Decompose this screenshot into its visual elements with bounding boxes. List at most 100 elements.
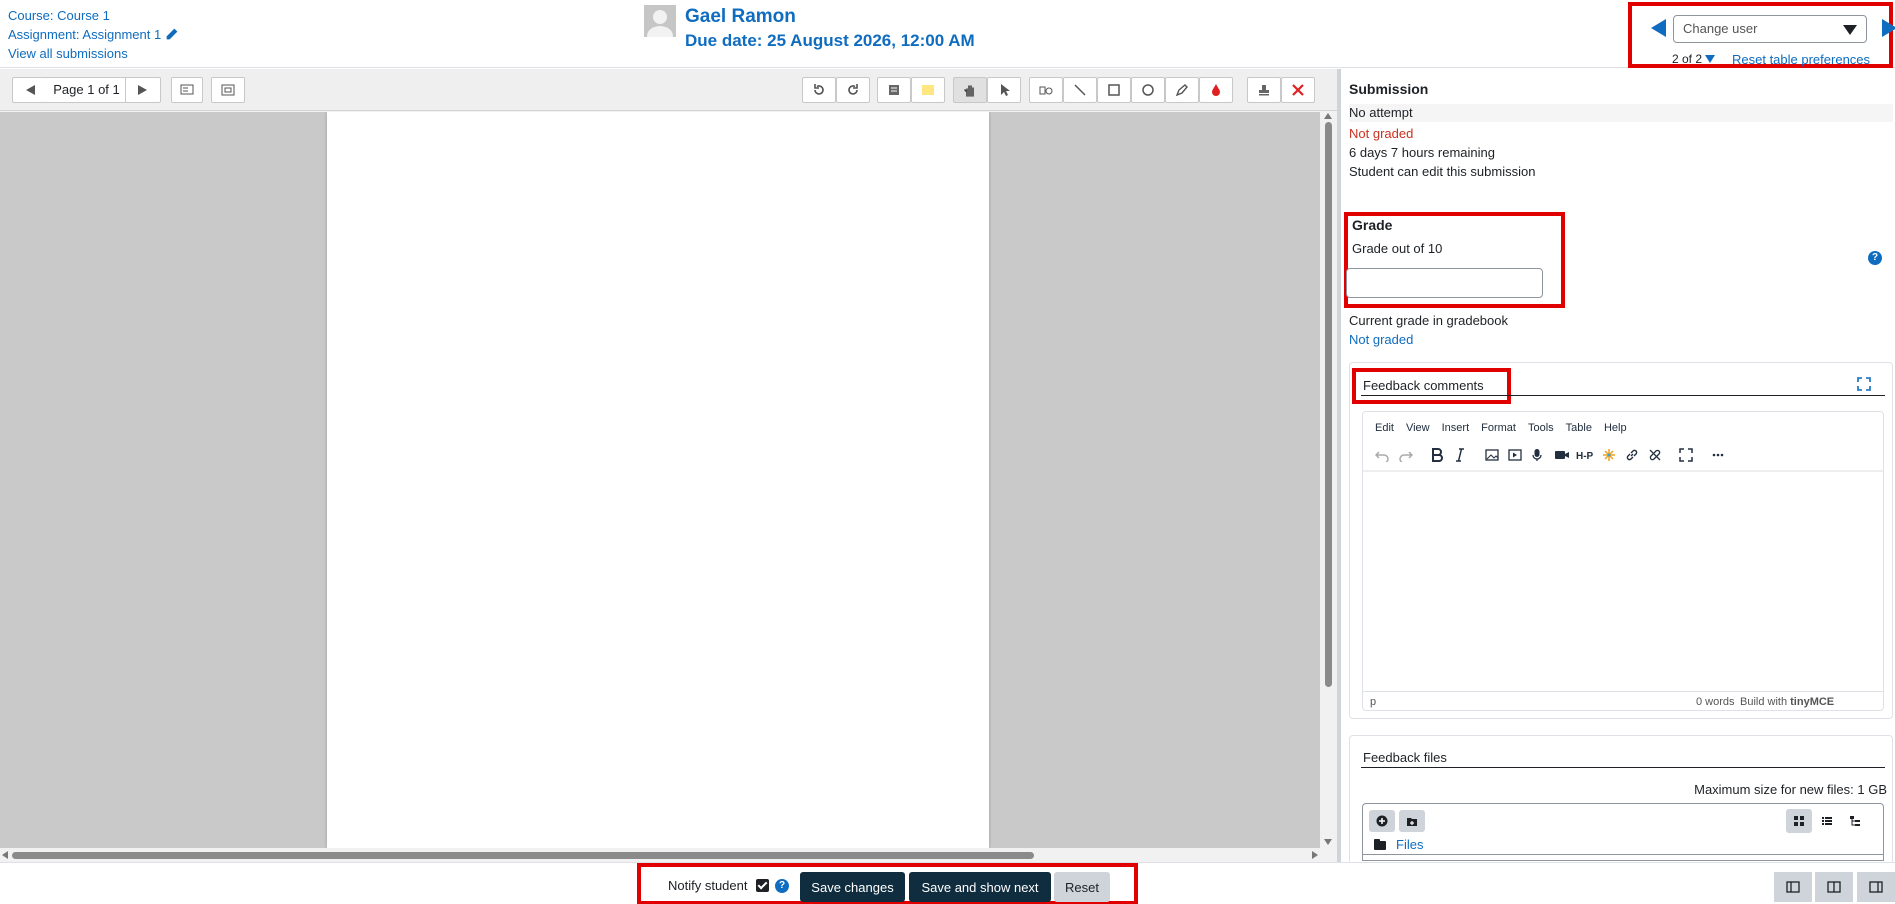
rotate-left-button[interactable] [802, 77, 836, 103]
fullscreen-icon[interactable] [1857, 377, 1871, 391]
icon-view-button[interactable] [1786, 809, 1812, 833]
notify-student-checkbox[interactable] [756, 879, 769, 892]
menu-help[interactable]: Help [1604, 422, 1627, 434]
tree-icon [1850, 816, 1860, 826]
horizontal-scroll-thumb[interactable] [12, 852, 1034, 859]
menu-insert[interactable]: Insert [1442, 422, 1470, 434]
pdf-annotator: Page 1 of 1 [0, 69, 1337, 862]
avatar[interactable] [644, 5, 676, 37]
user-navigation: Change user 2 of 2 Reset table preferenc… [1628, 2, 1895, 68]
default-layout-button[interactable] [1815, 872, 1853, 902]
files-folder-link[interactable]: Files [1396, 837, 1423, 852]
expand-comments-button[interactable] [211, 77, 245, 103]
menu-tools[interactable]: Tools [1528, 422, 1554, 434]
horizontal-scrollbar[interactable] [0, 848, 1320, 862]
tree-view-button[interactable] [1842, 809, 1868, 833]
view-all-submissions-link[interactable]: View all submissions [8, 46, 128, 61]
pen-tool-button[interactable] [1165, 77, 1199, 103]
stamp-tool-button[interactable] [1247, 77, 1281, 103]
collapse-grade-panel-button[interactable] [1774, 872, 1812, 902]
editor-statusbar: p 0 words Build with tinyMCE [1363, 691, 1883, 711]
comment-tool-button[interactable] [1029, 77, 1063, 103]
vertical-scroll-thumb[interactable] [1325, 122, 1332, 687]
more-icon[interactable] [1709, 446, 1727, 464]
rectangle-tool-button[interactable] [1097, 77, 1131, 103]
menu-format[interactable]: Format [1481, 422, 1516, 434]
image-icon[interactable] [1483, 446, 1501, 464]
save-and-show-next-button[interactable]: Save and show next [909, 872, 1051, 902]
add-file-button[interactable] [1369, 810, 1395, 832]
page-indicator[interactable]: Page 1 of 1 [47, 77, 126, 103]
editor-content-area[interactable] [1363, 474, 1883, 689]
media-icon[interactable] [1506, 446, 1524, 464]
unlink-icon[interactable] [1646, 446, 1664, 464]
collapse-review-panel-button[interactable] [1857, 872, 1895, 902]
menu-view[interactable]: View [1406, 422, 1430, 434]
link-icon[interactable] [1623, 446, 1641, 464]
italic-icon[interactable] [1451, 446, 1469, 464]
bold-icon[interactable] [1428, 446, 1446, 464]
layout-left-icon [1786, 881, 1800, 893]
comment-color-button[interactable] [911, 77, 945, 103]
brand-name: tinyMCE [1790, 696, 1835, 708]
pan-tool-button[interactable] [953, 77, 987, 103]
h5p-icon[interactable]: H-P [1576, 446, 1594, 464]
breadcrumb: Course: Course 1 Assignment: Assignment … [8, 6, 178, 63]
assignment-link[interactable]: Assignment: Assignment 1 [8, 27, 161, 42]
redo-icon[interactable] [1397, 446, 1415, 464]
scroll-down-icon[interactable] [1324, 839, 1332, 845]
max-file-size: Maximum size for new files: 1 GB [1694, 782, 1887, 797]
reset-table-preferences-link[interactable]: Reset table preferences [1732, 52, 1870, 67]
chevron-down-icon [1843, 25, 1857, 35]
pdf-page[interactable] [327, 112, 989, 848]
next-user-arrow-icon[interactable] [1882, 19, 1895, 37]
comment-search-button[interactable] [877, 77, 911, 103]
previous-page-button[interactable] [12, 77, 48, 103]
filter-caret-icon[interactable] [1705, 55, 1716, 63]
create-folder-button[interactable] [1399, 810, 1425, 832]
user-count[interactable]: 2 of 2 [1672, 52, 1716, 66]
current-grade-link[interactable]: Not graded [1349, 332, 1413, 347]
highlight-tool-button[interactable] [1199, 77, 1233, 103]
oval-icon [1142, 84, 1154, 96]
edit-pencil-icon[interactable] [165, 28, 178, 41]
course-link[interactable]: Course: Course 1 [8, 8, 110, 23]
undo-icon[interactable] [1373, 446, 1391, 464]
ai-sparkle-icon[interactable] [1600, 446, 1618, 464]
delete-annotation-button[interactable] [1281, 77, 1315, 103]
next-page-button[interactable] [125, 77, 161, 103]
rectangle-icon [1108, 84, 1120, 96]
fullscreen-editor-icon[interactable] [1677, 446, 1695, 464]
files-folder[interactable]: Files [1374, 837, 1423, 852]
vertical-scrollbar[interactable] [1320, 112, 1337, 848]
search-comments-button[interactable] [171, 77, 203, 103]
layout-split-icon [1827, 881, 1841, 893]
line-tool-button[interactable] [1063, 77, 1097, 103]
save-changes-button[interactable]: Save changes [800, 872, 905, 902]
rotate-right-button[interactable] [836, 77, 870, 103]
previous-user-arrow-icon[interactable] [1651, 19, 1666, 37]
change-user-select[interactable]: Change user [1673, 15, 1867, 43]
element-path[interactable]: p [1370, 696, 1376, 708]
scroll-up-icon[interactable] [1324, 113, 1332, 119]
grading-panel: Submission No attempt Not graded 6 days … [1341, 69, 1895, 862]
add-file-icon [1376, 815, 1388, 827]
next-page-icon [138, 85, 147, 95]
menu-table[interactable]: Table [1566, 422, 1592, 434]
oval-tool-button[interactable] [1131, 77, 1165, 103]
reset-button[interactable]: Reset [1054, 872, 1110, 902]
help-icon[interactable]: ? [1868, 251, 1882, 265]
video-camera-icon[interactable] [1553, 446, 1571, 464]
user-name-link[interactable]: Gael Ramon [685, 6, 796, 28]
help-icon[interactable]: ? [775, 879, 789, 893]
scroll-left-icon[interactable] [2, 851, 8, 859]
microphone-icon[interactable] [1528, 446, 1546, 464]
tinymce-branding[interactable]: Build with tinyMCE [1740, 696, 1834, 708]
pdf-viewport[interactable] [0, 112, 1320, 848]
menu-edit[interactable]: Edit [1375, 422, 1394, 434]
scroll-right-icon[interactable] [1312, 851, 1318, 859]
grade-input[interactable] [1346, 268, 1543, 298]
list-view-button[interactable] [1814, 809, 1840, 833]
word-count[interactable]: 0 words [1696, 696, 1735, 708]
select-tool-button[interactable] [987, 77, 1021, 103]
